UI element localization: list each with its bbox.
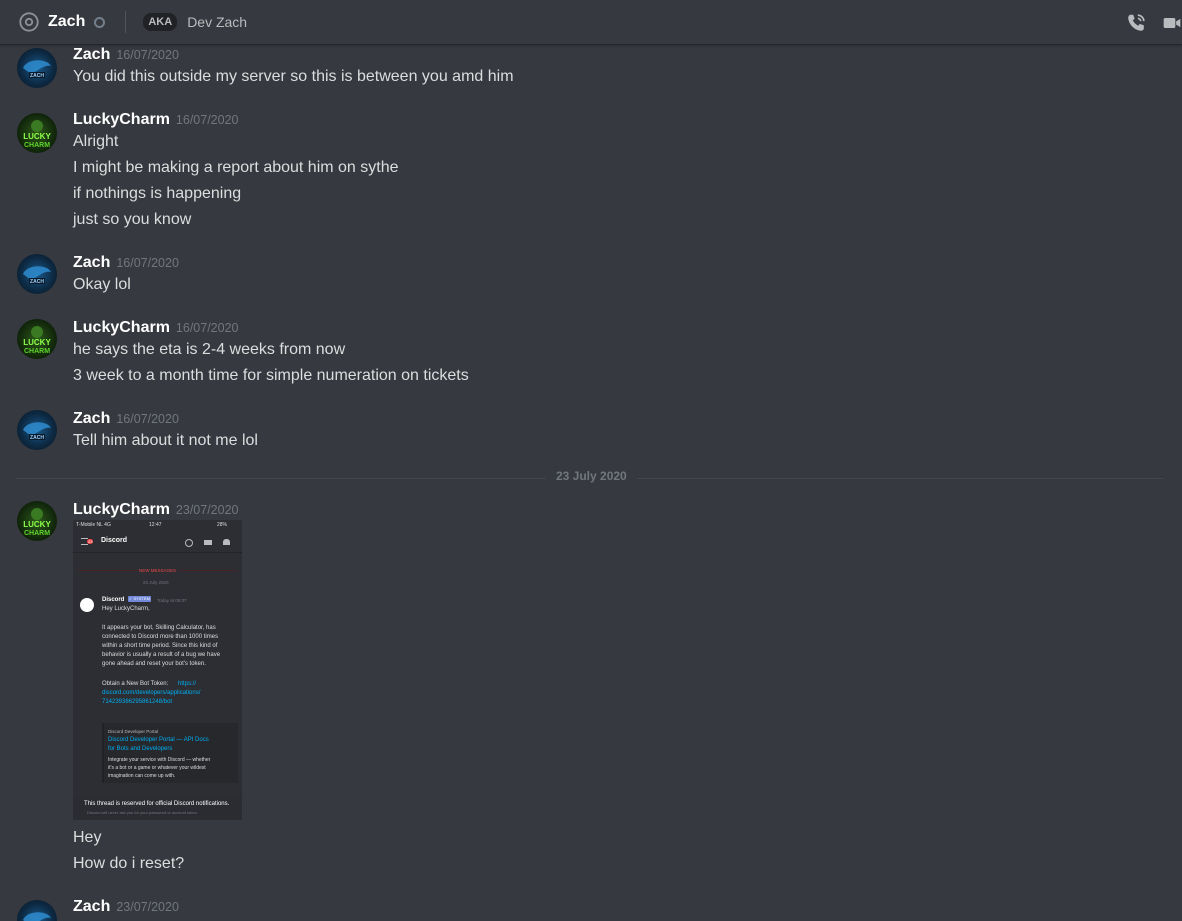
avatar[interactable]: ZACH [17, 48, 57, 88]
embed-desc: imagination can come up with. [108, 773, 176, 779]
footer-subtitle: Discord will never ask you for your pass… [87, 810, 198, 815]
message-text: Alright [73, 133, 119, 150]
aka-badge: AKA [143, 13, 178, 31]
status-offline-icon [94, 16, 106, 28]
system-body-line: It appears your bot, Skilling Calculator… [102, 625, 216, 631]
message-text: Hey [73, 829, 102, 846]
new-messages-label: NEW MESSAGES [137, 566, 179, 575]
timestamp: 16/07/2020 [116, 48, 179, 62]
footer-title: This thread is reserved for official Dis… [84, 801, 230, 807]
author-name[interactable]: Zach [73, 898, 110, 915]
image-attachment[interactable]: T-Mobile NL 4G 12:47 28% 23 Discord NEW … [73, 520, 242, 820]
system-body-line: gone ahead and reset your bot's token. [102, 661, 206, 667]
avatar[interactable] [17, 900, 57, 921]
phone-status-bar: T-Mobile NL 4G 12:47 28% [73, 520, 242, 530]
message-text: Tell him about it not me lol [73, 432, 258, 449]
avatar[interactable]: ZACH [17, 254, 57, 294]
svg-text:CHARM: CHARM [24, 142, 50, 149]
embed-provider: Discord Developer Portal [108, 729, 159, 734]
message-text: 3 week to a month time for simple numera… [73, 367, 469, 384]
svg-text:LUCKY: LUCKY [23, 338, 51, 347]
avatar[interactable]: ZACH [17, 410, 57, 450]
system-body-line: within a short time period. Since this k… [102, 643, 218, 649]
channel-header: Zach AKA Dev Zach [0, 0, 1182, 45]
message-text: Okay lol [73, 276, 131, 293]
author-name[interactable]: Zach [73, 410, 110, 427]
members-icon [223, 539, 230, 545]
system-author: Discord [102, 597, 125, 603]
phone-call-icon[interactable] [1124, 11, 1148, 35]
embed-title: for Bots and Developers [108, 746, 173, 752]
video-camera-icon[interactable] [1162, 11, 1182, 35]
timestamp: 16/07/2020 [175, 113, 239, 127]
embed-desc: Integrate your service with Discord — wh… [108, 757, 211, 763]
token-link: https:// [178, 681, 197, 687]
timestamp: 16/07/2020 [116, 412, 179, 426]
header-actions [1124, 0, 1182, 45]
timestamp: 16/07/2020 [116, 256, 179, 270]
author-name[interactable]: LuckyCharm [73, 111, 170, 128]
avatar[interactable]: LUCKY CHARM [17, 501, 57, 541]
carrier-label: T-Mobile NL 4G [76, 522, 111, 528]
at-icon [18, 11, 40, 33]
svg-text:ZACH: ZACH [30, 435, 44, 441]
token-label: Obtain a New Bot Token: [102, 681, 169, 687]
timestamp: 23/07/2020 [116, 900, 179, 914]
author-name[interactable]: Zach [73, 46, 110, 63]
phone-time: 12:47 [149, 522, 162, 528]
phone-channel-bar: 23 Discord [73, 530, 242, 553]
system-timestamp: Today at 05:07 [157, 598, 187, 603]
timestamp: 16/07/2020 [175, 321, 239, 335]
author-name[interactable]: LuckyCharm [73, 501, 170, 518]
token-link: 714239386295861248/bot [102, 699, 173, 705]
system-greeting: Hey LuckyCharm, [102, 606, 150, 612]
battery-level: 28% [217, 522, 228, 528]
message-list: ZACH Zach 16/07/2020 You did this outside… [0, 46, 1182, 921]
svg-text:CHARM: CHARM [24, 530, 50, 537]
avatar[interactable]: LUCKY CHARM [17, 113, 57, 153]
video-camera-icon [204, 540, 212, 545]
svg-text:ZACH: ZACH [30, 73, 44, 79]
timestamp: 23/07/2020 [175, 503, 239, 517]
message-text: just so you know [73, 211, 192, 228]
embed-title: Discord Developer Portal — API Docs [108, 737, 209, 743]
svg-text:ZACH: ZACH [30, 279, 44, 285]
avatar[interactable]: LUCKY CHARM [17, 319, 57, 359]
svg-text:LUCKY: LUCKY [23, 520, 51, 529]
phone-date-label: 23 July 2020 [143, 580, 169, 585]
message-text: I might be making a report about him on … [73, 159, 399, 176]
system-tag: ✓ SYSTEM [128, 596, 151, 602]
message-text: if nothings is happening [73, 185, 242, 202]
nickname: Dev Zach [187, 14, 248, 30]
author-name[interactable]: LuckyCharm [73, 319, 170, 336]
embed-desc: it's a bot or a game or whatever your wi… [108, 765, 206, 771]
message-text: You did this outside my server so this i… [73, 68, 514, 85]
message-text: How do i reset? [73, 855, 185, 872]
phone-call-icon [185, 539, 193, 547]
channel-title: Zach [48, 13, 86, 30]
message-text: he says the eta is 2-4 weeks from now [73, 341, 346, 358]
phone-channel-name: Discord [101, 537, 128, 544]
svg-text:LUCKY: LUCKY [23, 132, 51, 141]
system-body-line: behavior is usually a result of a bug we… [102, 652, 221, 658]
system-body-line: connected to Discord more than 1000 time… [102, 634, 219, 640]
header-divider [125, 11, 127, 33]
token-link: discord.com/developers/applications/ [102, 690, 201, 696]
discord-logo-icon [80, 598, 94, 612]
date-divider-label: 23 July 2020 [546, 469, 637, 483]
unread-badge: 23 [87, 539, 94, 544]
author-name[interactable]: Zach [73, 254, 110, 271]
svg-text:CHARM: CHARM [24, 348, 50, 355]
